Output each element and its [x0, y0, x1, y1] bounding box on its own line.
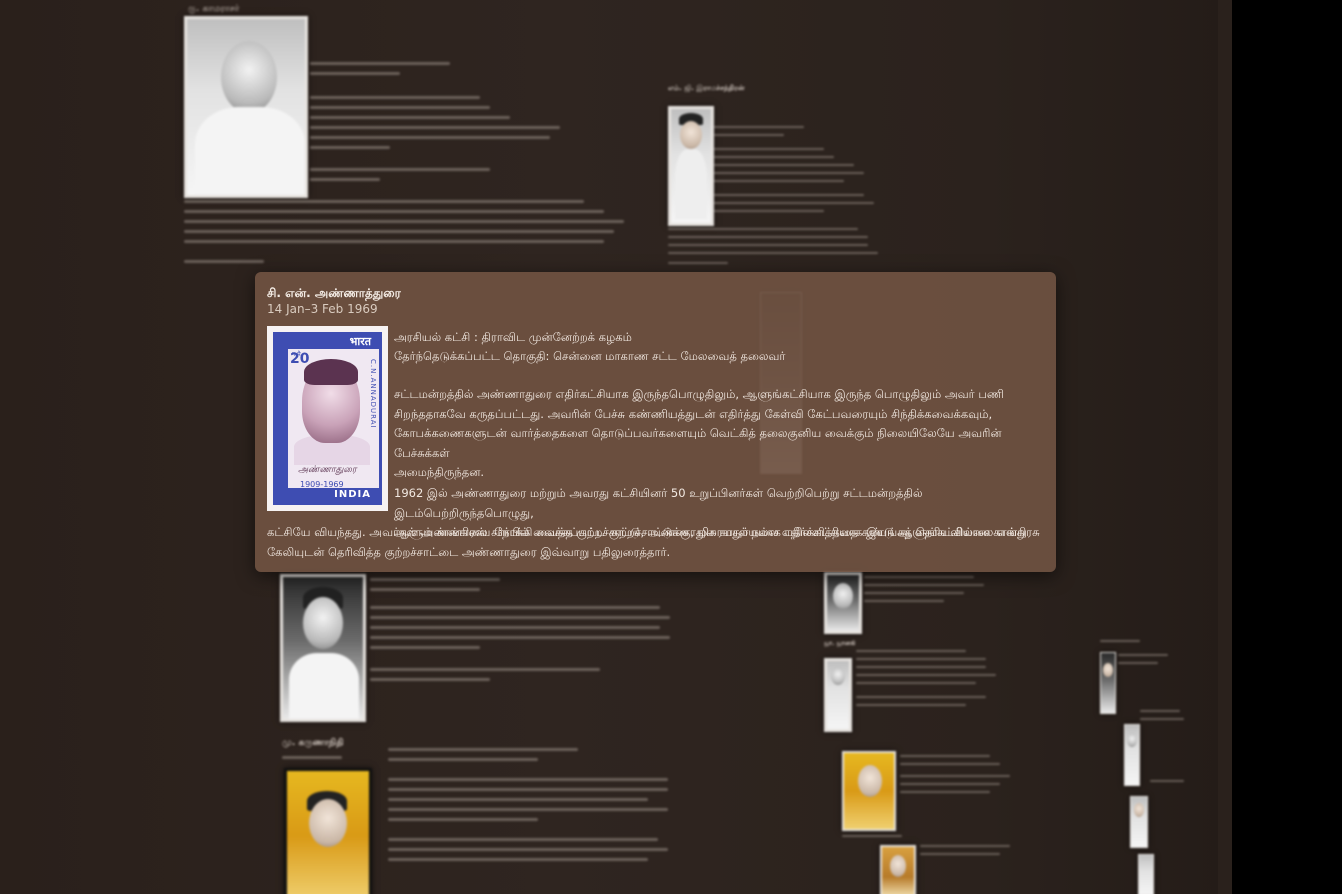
face-shape — [1127, 733, 1137, 747]
face-shape — [1103, 663, 1113, 677]
portrait-photo — [880, 845, 916, 894]
card-date: 14 Jan–3 Feb 1969 — [267, 302, 378, 316]
postage-stamp-image: भारत न.पै. 20 C.N.ANNADURAI அண்ணாதுரை 19… — [267, 326, 388, 511]
face-shape — [831, 667, 845, 685]
timeline-entry[interactable] — [840, 745, 1020, 894]
face-shape — [303, 597, 343, 649]
portrait-photo — [1124, 724, 1140, 786]
portrait-photo — [284, 768, 372, 894]
stamp-side-text: C.N.ANNADURAI — [369, 359, 377, 429]
timeline-entry[interactable] — [822, 572, 1002, 634]
constituency-label: தேர்ந்தெடுக்கப்பட்ட தொகுதி: சென்னை மாகாண… — [394, 349, 786, 363]
paragraph-line: கேலியுடன் தெரிவித்த குற்றச்சாட்டை அண்ணாத… — [267, 544, 671, 559]
timeline-entry[interactable] — [1098, 640, 1188, 894]
portrait-photo — [842, 751, 896, 831]
paragraph-line: கோபக்கணைகளுடன் வார்த்தைகளை தொடுப்பவர்களை… — [394, 426, 1002, 460]
entry-title: கு. காமராசர் — [188, 4, 240, 14]
shirt-shape — [289, 653, 359, 719]
portrait-photo — [1130, 796, 1148, 848]
leader-detail-card[interactable]: சி. என். அண்ணாத்துரை 14 Jan–3 Feb 1969 भ… — [255, 272, 1056, 572]
portrait-photo — [1100, 652, 1116, 714]
portrait-photo — [824, 658, 852, 732]
entry-title: ஜா. ஜானகி — [824, 640, 856, 647]
entry-title: எம். ஜி. இராமச்சந்திரன் — [668, 84, 745, 92]
stamp-signature: அண்ணாதுரை — [298, 465, 357, 475]
party-label: அரசியல் கட்சி : திராவிட முன்னேற்றக் கழகம… — [394, 330, 632, 344]
shirt-shape — [675, 149, 707, 219]
paragraph-line: சிறந்ததாகவே கருதப்பட்டது. அவரின் பேச்சு … — [394, 406, 993, 421]
paragraph-line: 1962 இல் அண்ணாதுரை மற்றும் அவரது கட்சியி… — [394, 486, 923, 520]
stamp-frame: भारत न.पै. 20 C.N.ANNADURAI அண்ணாதுரை 19… — [273, 332, 382, 505]
portrait-photo — [280, 574, 366, 722]
face-shape — [833, 583, 853, 609]
entry-title: மு. கருணாநிதி — [282, 738, 344, 748]
face-shape — [680, 121, 702, 149]
face-shape — [221, 41, 277, 113]
presentation-stage: கு. காமராசர் எம். ஜி. இராமச்சந்திரன் மு.… — [0, 0, 1342, 894]
timeline-entry[interactable]: எம். ஜி. இராமச்சந்திரன் — [666, 84, 896, 274]
portrait-photo — [184, 16, 308, 198]
face-shape — [858, 765, 882, 797]
stamp-border-left — [276, 335, 288, 502]
shirt-shape — [195, 107, 305, 195]
portrait-photo — [668, 106, 714, 226]
timeline-entry[interactable]: ஜா. ஜானகி — [822, 640, 1002, 740]
paragraph-line: கட்சியே வியந்தது. அவர்கள் அண்ணாவை நோக்கி… — [267, 525, 1027, 539]
face-shape — [309, 799, 347, 847]
timeline-entry[interactable] — [278, 572, 698, 752]
stamp-script: भारत — [276, 335, 379, 349]
paragraph-line: சட்டமன்றத்தில் அண்ணாதுரை எதிர்கட்சியாக இ… — [394, 387, 1004, 401]
stamp-country: INDIA — [276, 488, 379, 502]
card-title: சி. என். அண்ணாத்துரை — [267, 286, 401, 300]
portrait-photo — [824, 572, 862, 634]
stamp-hair — [304, 359, 358, 385]
face-shape — [1134, 803, 1144, 817]
biography-paragraph: கட்சியே வியந்தது. அவர்கள் அண்ணாவை நோக்கி… — [267, 523, 1047, 562]
timeline-entry[interactable]: கு. காமராசர் — [180, 0, 640, 270]
portrait-photo — [1138, 854, 1154, 894]
paragraph-line: அமைந்திருந்தன. — [394, 465, 485, 479]
face-shape — [890, 855, 906, 877]
timeline-entry[interactable]: மு. கருணாநிதி — [278, 738, 698, 894]
biography-paragraph: சட்டமன்றத்தில் அண்ணாதுரை எதிர்கட்சியாக இ… — [394, 385, 1044, 483]
